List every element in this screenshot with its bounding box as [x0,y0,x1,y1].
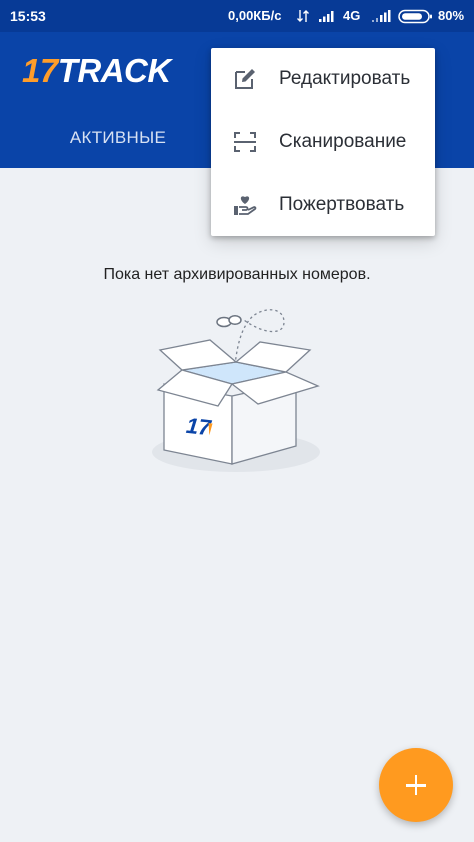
edit-icon [235,69,255,89]
add-tracking-button[interactable] [379,748,453,822]
tab-active[interactable]: АКТИВНЫЕ [38,128,198,148]
empty-state-message: Пока нет архивированных номеров. [103,266,371,283]
overflow-menu: Редактировать Сканирование Пожертвовать [211,48,435,236]
status-time: 15:53 [10,8,46,24]
status-network-speed: 0,00КБ/с [228,8,282,23]
menu-item-donate[interactable]: Пожертвовать [211,174,435,236]
donate-icon [234,196,257,215]
empty-box-illustration: 17 [152,309,320,472]
app-logo: 17TRACK [22,54,171,88]
battery-icon [398,9,432,24]
logo-word: TRACK [57,52,171,89]
menu-item-label: Редактировать [279,68,411,89]
signal-strength-icon [319,11,334,22]
data-arrows-icon [297,10,309,22]
menu-item-label: Пожертвовать [279,194,405,215]
menu-item-scan[interactable]: Сканирование [211,111,435,173]
status-network-type: 4G [343,8,361,23]
logo-number: 17 [22,52,58,89]
plus-icon-vertical [414,775,418,795]
status-bar: 15:53 0,00КБ/с 4G 80% [0,0,474,32]
menu-item-label: Сканирование [279,131,407,152]
scan-icon [234,132,256,152]
signal-strength-2-icon [372,10,391,22]
menu-item-edit[interactable]: Редактировать [211,48,435,110]
status-battery-percent: 80% [438,8,465,23]
